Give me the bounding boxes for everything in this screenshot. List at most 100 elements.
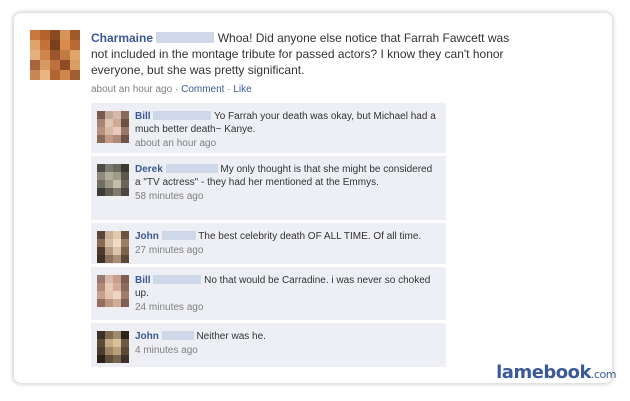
avatar-pixel — [50, 60, 60, 70]
avatar-pixel — [97, 231, 105, 239]
avatar-pixel — [105, 247, 113, 255]
comment-item: Bill Yo Farrah your death was okay, but … — [91, 103, 446, 153]
comment-author-link[interactable]: Derek — [135, 164, 163, 175]
comment-timestamp[interactable]: 4 minutes ago — [135, 344, 440, 357]
avatar-pixel — [121, 172, 129, 180]
avatar-pixel — [40, 40, 50, 50]
avatar-pixel — [105, 291, 113, 299]
avatar-pixel — [105, 355, 113, 363]
avatar-pixel — [97, 239, 105, 247]
avatar-pixel — [113, 347, 121, 355]
avatar-pixel — [30, 40, 40, 50]
avatar[interactable] — [30, 30, 80, 80]
avatar-pixel — [97, 355, 105, 363]
avatar-pixel — [60, 60, 70, 70]
avatar-pixel — [97, 135, 105, 143]
avatar-pixel — [97, 172, 105, 180]
avatar-pixel — [105, 188, 113, 196]
avatar-pixel — [97, 164, 105, 172]
avatar-pixel — [121, 283, 129, 291]
avatar-pixel — [121, 291, 129, 299]
avatar-pixel — [105, 275, 113, 283]
redacted-surname — [153, 275, 202, 284]
comment-author-link[interactable]: John — [135, 331, 159, 342]
watermark-brand: lamebook — [496, 362, 591, 383]
avatar-pixel — [105, 164, 113, 172]
avatar-pixel — [97, 347, 105, 355]
comment-timestamp[interactable]: 24 minutes ago — [135, 301, 440, 314]
post-timestamp[interactable]: about an hour ago — [91, 84, 172, 95]
avatar-pixel — [50, 50, 60, 60]
avatar-pixel — [97, 331, 105, 339]
avatar-pixel — [105, 180, 113, 188]
avatar-pixel — [113, 291, 121, 299]
avatar-pixel — [70, 30, 80, 40]
avatar-pixel — [105, 299, 113, 307]
watermark-tld: .com — [591, 368, 617, 381]
avatar-pixel — [121, 239, 129, 247]
post-author-link[interactable]: Charmaine — [91, 31, 153, 45]
comment-timestamp[interactable]: 58 minutes ago — [135, 190, 440, 203]
avatar-pixel — [30, 50, 40, 60]
avatar-pixel — [113, 164, 121, 172]
avatar-pixel — [105, 135, 113, 143]
avatar-pixel — [40, 60, 50, 70]
avatar-pixel — [113, 355, 121, 363]
avatar-pixel — [60, 40, 70, 50]
avatar-pixel — [97, 127, 105, 135]
comment-link[interactable]: Comment — [181, 84, 224, 95]
avatar-pixel — [121, 180, 129, 188]
avatar-pixel — [105, 119, 113, 127]
avatar-pixel — [97, 255, 105, 263]
avatar[interactable] — [97, 275, 129, 307]
avatar-pixel — [97, 188, 105, 196]
comment-author-link[interactable]: Bill — [135, 111, 151, 122]
avatar-pixel — [30, 70, 40, 80]
avatar-pixel — [121, 347, 129, 355]
avatar-pixel — [121, 127, 129, 135]
avatar-pixel — [113, 247, 121, 255]
avatar-pixel — [121, 255, 129, 263]
post-meta: about an hour ago · Comment · Like — [91, 84, 252, 95]
avatar-pixel — [121, 339, 129, 347]
avatar[interactable] — [97, 111, 129, 143]
avatar[interactable] — [97, 231, 129, 263]
avatar-pixel — [50, 70, 60, 80]
avatar-pixel — [97, 119, 105, 127]
post-message: Whoa! Did anyone else notice that Farrah… — [91, 31, 510, 77]
comment-item: Bill No that would be Carradine. i was n… — [91, 267, 446, 320]
avatar-pixel — [97, 111, 105, 119]
meta-separator: · — [227, 84, 231, 95]
avatar-pixel — [113, 255, 121, 263]
avatar-pixel — [121, 275, 129, 283]
comment-timestamp[interactable]: about an hour ago — [135, 137, 440, 150]
comment-timestamp[interactable]: 27 minutes ago — [135, 244, 440, 257]
avatar-pixel — [121, 299, 129, 307]
avatar-pixel — [113, 188, 121, 196]
comment-author-link[interactable]: Bill — [135, 275, 151, 286]
avatar-pixel — [60, 50, 70, 60]
avatar-pixel — [113, 231, 121, 239]
avatar-pixel — [121, 135, 129, 143]
post-body: Charmaine Whoa! Did anyone else notice t… — [91, 30, 521, 78]
avatar-pixel — [105, 255, 113, 263]
avatar-pixel — [113, 275, 121, 283]
lamebook-watermark: lamebook.com — [496, 362, 616, 383]
avatar-pixel — [113, 119, 121, 127]
avatar-pixel — [113, 111, 121, 119]
avatar-pixel — [105, 347, 113, 355]
redacted-surname — [161, 231, 196, 240]
comment-item: John The best celebrity death OF ALL TIM… — [91, 223, 446, 264]
comment-author-link[interactable]: John — [135, 231, 159, 242]
avatar-pixel — [30, 30, 40, 40]
avatar-pixel — [105, 172, 113, 180]
avatar-pixel — [113, 172, 121, 180]
avatar-pixel — [97, 339, 105, 347]
avatar[interactable] — [97, 164, 129, 196]
avatar-pixel — [60, 70, 70, 80]
avatar[interactable] — [97, 331, 129, 363]
like-link[interactable]: Like — [233, 84, 251, 95]
avatar-pixel — [40, 50, 50, 60]
avatar-pixel — [113, 135, 121, 143]
comment-item: John Neither was he. 4 minutes ago — [91, 323, 446, 367]
